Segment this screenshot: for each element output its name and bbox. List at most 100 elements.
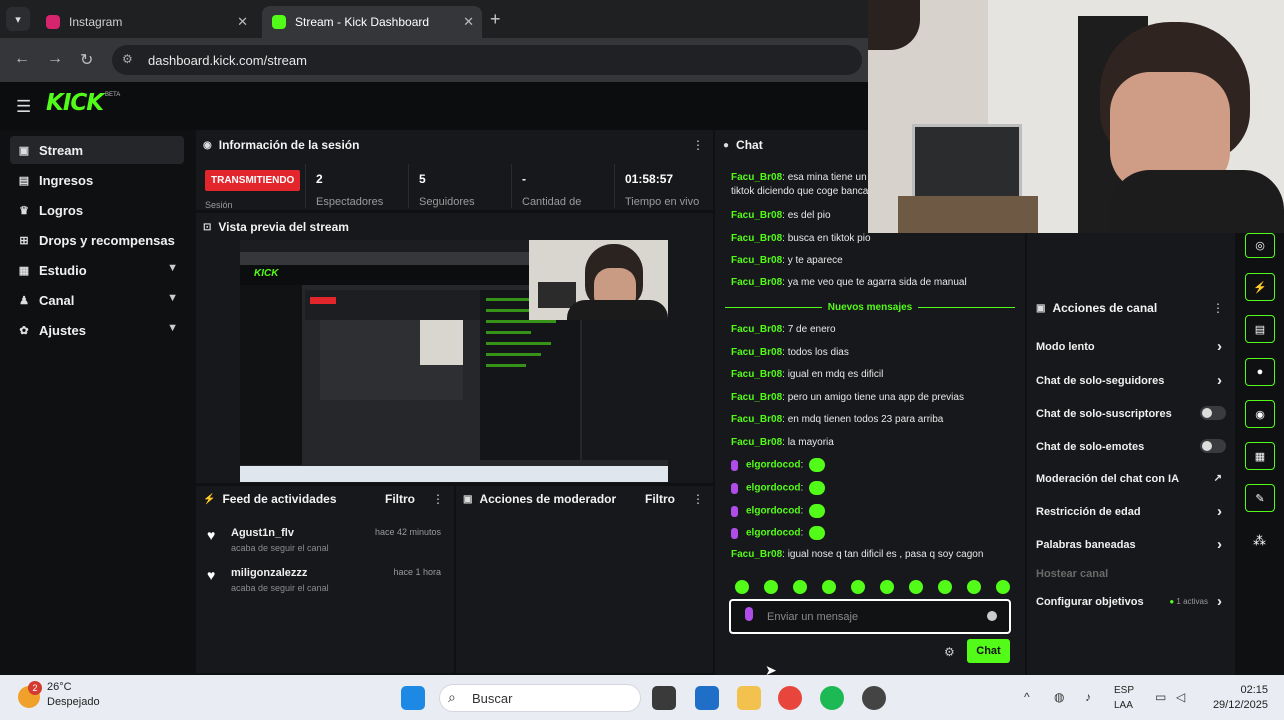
sidebar-item-label: Stream bbox=[39, 142, 84, 158]
tab-kick-dashboard[interactable]: Stream - Kick Dashboard ✕ bbox=[262, 6, 482, 38]
chat-username[interactable]: Facu_Br08 bbox=[731, 392, 782, 403]
emote-icon[interactable] bbox=[822, 580, 836, 594]
chat-username[interactable]: Facu_Br08 bbox=[731, 324, 782, 335]
chat-username[interactable]: Facu_Br08 bbox=[731, 347, 782, 358]
chat-icon[interactable]: ● bbox=[1245, 358, 1275, 386]
chat-username[interactable]: Facu_Br08 bbox=[731, 549, 782, 560]
url-input[interactable]: dashboard.kick.com/stream bbox=[112, 45, 862, 75]
layout-icon[interactable]: ▦ bbox=[1245, 442, 1275, 470]
chat-settings-icon[interactable]: ⚙ bbox=[944, 645, 955, 659]
action-slow-mode[interactable]: Modo lento › bbox=[1036, 338, 1226, 355]
preview-live-badge bbox=[310, 297, 336, 304]
reload-icon[interactable]: ↻ bbox=[80, 50, 93, 70]
more-options-icon[interactable]: ⋮ bbox=[1212, 301, 1224, 315]
more-options-icon[interactable]: ⋮ bbox=[432, 492, 444, 506]
more-options-icon[interactable]: ⋮ bbox=[692, 492, 704, 506]
feed-item: miligonzalezzz acaba de seguir el canal … bbox=[231, 567, 446, 603]
sidebar-item-logros[interactable]: ♛ Logros bbox=[10, 196, 184, 224]
chevron-down-icon: ▼ bbox=[167, 262, 178, 274]
close-icon[interactable]: ✕ bbox=[237, 14, 248, 30]
emote-icon[interactable] bbox=[880, 580, 894, 594]
sidebar-item-ajustes[interactable]: ✿ Ajustes ▼ bbox=[10, 316, 184, 344]
camera-icon[interactable]: ◎ bbox=[1245, 233, 1275, 258]
chat-username[interactable]: Facu_Br08 bbox=[731, 437, 782, 448]
mic-icon[interactable] bbox=[745, 607, 753, 621]
chat-username[interactable]: Facu_Br08 bbox=[731, 172, 782, 183]
chat-username[interactable]: Facu_Br08 bbox=[731, 369, 782, 380]
send-chat-button[interactable]: Chat bbox=[967, 639, 1010, 663]
tab-search-icon[interactable]: ▾ bbox=[6, 7, 30, 31]
feed-filter-button[interactable]: Filtro bbox=[385, 492, 415, 506]
emote-icon[interactable] bbox=[967, 580, 981, 594]
chat-input[interactable]: Enviar un mensaje bbox=[729, 599, 1011, 634]
action-label: Hostear canal bbox=[1036, 568, 1109, 580]
action-age-restriction[interactable]: Restricción de edad › bbox=[1036, 503, 1226, 520]
spotify-icon[interactable] bbox=[820, 686, 844, 710]
panel-title: Información de la sesión bbox=[218, 138, 360, 152]
emoji-picker-icon[interactable] bbox=[987, 611, 997, 621]
action-banned-words[interactable]: Palabras baneadas › bbox=[1036, 536, 1226, 553]
more-options-icon[interactable]: ⋮ bbox=[692, 138, 704, 152]
action-goals[interactable]: Configurar objetivos ● 1 activas › bbox=[1036, 593, 1226, 610]
action-ai-moderation[interactable]: Moderación del chat con IA ↗ bbox=[1036, 473, 1226, 485]
weather-widget[interactable]: 26°C Despejado bbox=[47, 680, 100, 710]
subscribers-only-toggle[interactable] bbox=[1200, 406, 1226, 420]
sidebar-item-canal[interactable]: ♟ Canal ▼ bbox=[10, 286, 184, 314]
store-icon[interactable] bbox=[695, 686, 719, 710]
emote-icon[interactable] bbox=[909, 580, 923, 594]
action-followers-only[interactable]: Chat de solo-seguidores › bbox=[1036, 372, 1226, 389]
task-view-icon[interactable] bbox=[652, 686, 676, 710]
forward-icon[interactable]: → bbox=[47, 50, 63, 68]
chat-username[interactable]: Facu_Br08 bbox=[731, 255, 782, 266]
volume-icon[interactable]: ◁ bbox=[1176, 690, 1185, 704]
app-tray-icon[interactable]: ◍ bbox=[1054, 690, 1064, 704]
divider bbox=[305, 164, 306, 208]
file-explorer-icon[interactable] bbox=[737, 686, 761, 710]
emote-icon[interactable] bbox=[793, 580, 807, 594]
chat-username[interactable]: Facu_Br08 bbox=[731, 414, 782, 425]
kick-logo[interactable]: KICK bbox=[46, 90, 104, 116]
mic-tray-icon[interactable]: ♪ bbox=[1085, 690, 1091, 704]
language-indicator[interactable]: ESP LAA bbox=[1114, 683, 1134, 713]
emote-icon[interactable] bbox=[851, 580, 865, 594]
back-icon[interactable]: ← bbox=[14, 50, 30, 68]
chat-username[interactable]: elgordocod bbox=[746, 460, 800, 471]
taskbar-search-input[interactable]: Buscar bbox=[439, 684, 641, 712]
emote-icon[interactable] bbox=[996, 580, 1010, 594]
site-info-icon[interactable]: ⚙ bbox=[122, 52, 133, 66]
emote-icon[interactable] bbox=[735, 580, 749, 594]
sidebar-item-stream[interactable]: ▣ Stream bbox=[10, 136, 184, 164]
sidebar-item-drops[interactable]: ⊞ Drops y recompensas bbox=[10, 226, 184, 254]
chat-username[interactable]: Facu_Br08 bbox=[731, 277, 782, 288]
app-icon[interactable] bbox=[862, 686, 886, 710]
start-icon[interactable] bbox=[401, 686, 425, 710]
chat-username[interactable]: elgordocod bbox=[746, 528, 800, 539]
network-icon[interactable]: ▭ bbox=[1155, 690, 1166, 704]
chat-username[interactable]: elgordocod bbox=[746, 506, 800, 517]
chat-username[interactable]: elgordocod bbox=[746, 483, 800, 494]
chrome-icon[interactable] bbox=[778, 686, 802, 710]
close-icon[interactable]: ✕ bbox=[463, 14, 474, 30]
chat-message: Facu_Br08: ya me veo que te agarra sida … bbox=[731, 277, 967, 288]
emote-icon[interactable] bbox=[938, 580, 952, 594]
clock-time: 02:15 bbox=[1240, 684, 1268, 696]
wallet-icon: ▤ bbox=[18, 174, 30, 187]
badge-icon bbox=[731, 459, 738, 471]
moderator-filter-button[interactable]: Filtro bbox=[645, 492, 675, 506]
sidebar-item-estudio[interactable]: ▦ Estudio ▼ bbox=[10, 256, 184, 284]
menu-icon[interactable]: ☰ bbox=[16, 97, 31, 117]
document-icon[interactable]: ▤ bbox=[1245, 315, 1275, 343]
sidebar-item-ingresos[interactable]: ▤ Ingresos bbox=[10, 166, 184, 194]
clock[interactable]: 02:15 29/12/2025 bbox=[1200, 683, 1268, 713]
chat-username[interactable]: Facu_Br08 bbox=[731, 233, 782, 244]
broadcast-icon[interactable]: ◉ bbox=[1245, 400, 1275, 428]
wrench-icon[interactable]: ✎ bbox=[1245, 484, 1275, 512]
tab-instagram[interactable]: Instagram ✕ bbox=[36, 6, 256, 38]
chevron-up-icon[interactable]: ^ bbox=[1024, 690, 1030, 704]
share-icon[interactable]: ⁂ bbox=[1253, 533, 1266, 549]
bolt-icon[interactable]: ⚡ bbox=[1245, 273, 1275, 301]
new-tab-button[interactable]: + bbox=[490, 9, 501, 30]
chat-username[interactable]: Facu_Br08 bbox=[731, 210, 782, 221]
emote-icon[interactable] bbox=[764, 580, 778, 594]
emotes-only-toggle[interactable] bbox=[1200, 439, 1226, 453]
